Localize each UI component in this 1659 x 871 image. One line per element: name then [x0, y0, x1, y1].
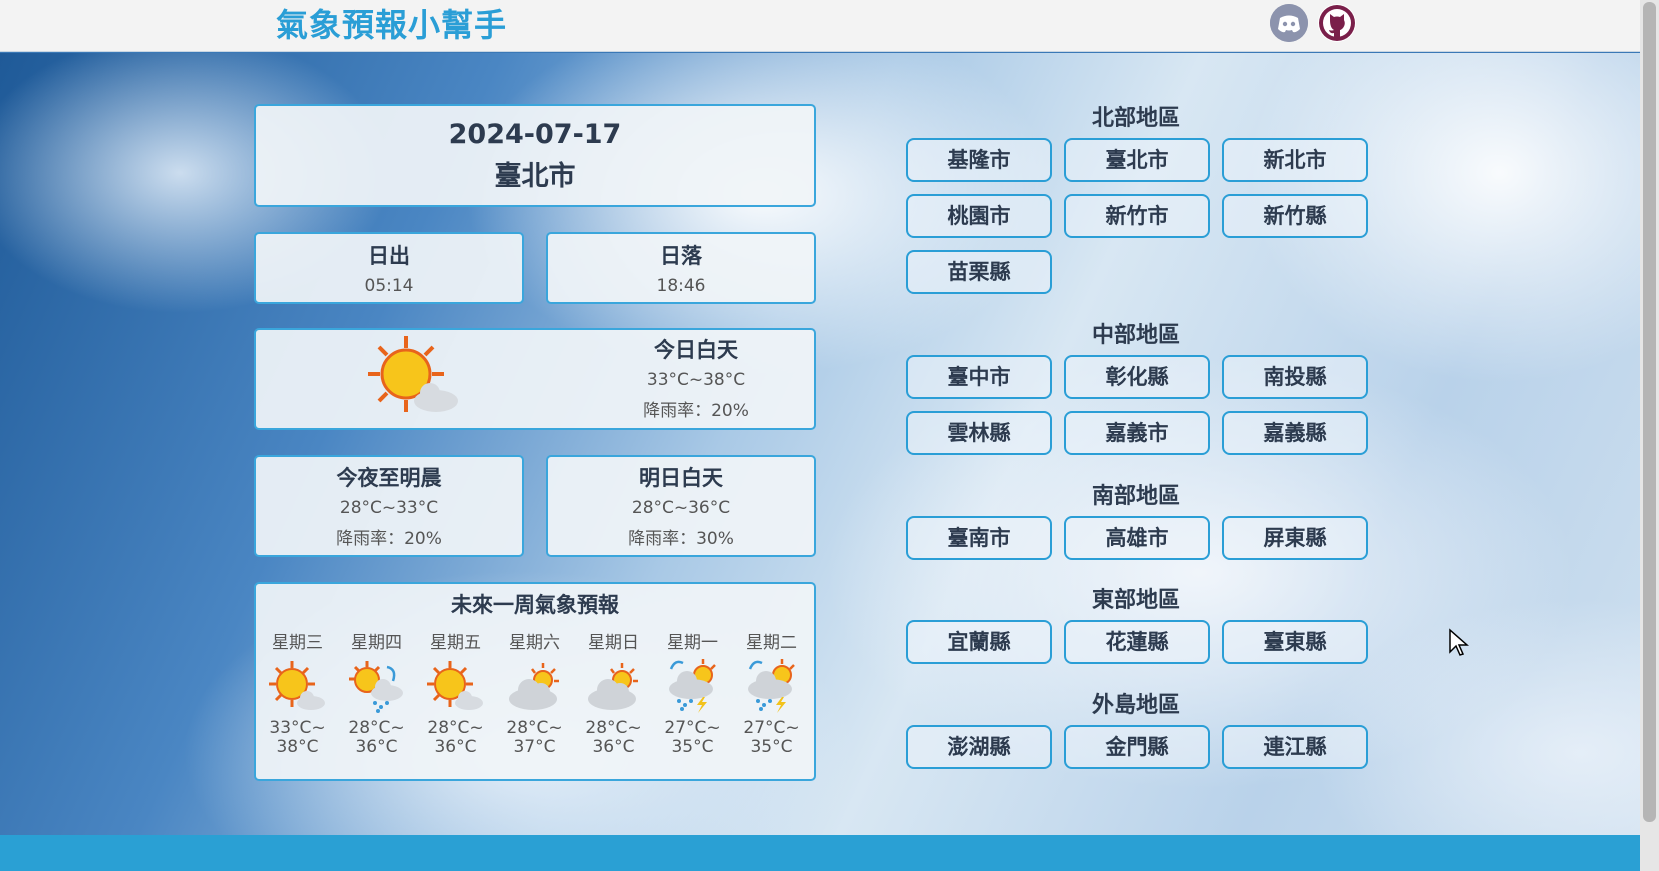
current-date: 2024-07-17	[448, 119, 622, 150]
day-name: 星期五	[430, 633, 481, 653]
city-button[interactable]: 南投縣	[1222, 355, 1368, 399]
city-button[interactable]: 金門縣	[1064, 725, 1210, 769]
day-forecast: 星期二 27°C~ 35°C	[732, 628, 811, 757]
day-forecast: 星期四 28°C~ 36°C	[337, 628, 416, 757]
discord-icon[interactable]	[1270, 4, 1308, 42]
github-icon[interactable]	[1318, 4, 1356, 42]
scrollbar-thumb[interactable]	[1643, 2, 1656, 822]
sunny-icon	[366, 334, 466, 418]
tomorrow-temp: 28°C~36°C	[631, 498, 731, 518]
day-name: 星期三	[272, 633, 323, 653]
today-text: 今日白天 33°C~38°C 降雨率：20%	[596, 334, 796, 421]
tonight-card: 今夜至明晨 28°C~33°C 降雨率：20%	[254, 455, 524, 557]
date-city-card: 2024-07-17 臺北市	[254, 104, 816, 207]
region-title-islands: 外島地區	[1091, 693, 1180, 718]
thunder-rain-icon	[732, 653, 811, 719]
city-button[interactable]: 新北市	[1222, 138, 1368, 182]
day-name: 星期二	[746, 633, 797, 653]
city-button[interactable]: 臺北市	[1064, 138, 1210, 182]
day-name: 星期一	[667, 633, 718, 653]
footer-bar	[0, 835, 1640, 871]
today-temp: 33°C~38°C	[646, 370, 746, 390]
day-temp-low: 28°C~	[427, 718, 484, 738]
tonight-rain: 降雨率：20%	[336, 529, 442, 549]
day-temp-high: 35°C	[671, 737, 714, 757]
region-title-central: 中部地區	[1091, 323, 1180, 348]
today-label: 今日白天	[654, 338, 738, 362]
city-button[interactable]: 高雄市	[1064, 516, 1210, 560]
city-button[interactable]: 新竹縣	[1222, 194, 1368, 238]
sunset-label: 日落	[660, 244, 702, 268]
day-forecast: 星期三 33°C~ 38°C	[258, 628, 337, 757]
day-forecast: 星期一 27°C~ 35°C	[653, 628, 732, 757]
city-button[interactable]: 連江縣	[1222, 725, 1368, 769]
tomorrow-rain: 降雨率：30%	[628, 529, 734, 549]
day-temp-low: 33°C~	[269, 718, 326, 738]
day-name: 星期四	[351, 633, 402, 653]
city-button[interactable]: 苗栗縣	[906, 250, 1052, 294]
day-temp-high: 35°C	[750, 737, 793, 757]
day-temp-high: 36°C	[434, 737, 477, 757]
day-temp-low: 28°C~	[348, 718, 405, 738]
current-city: 臺北市	[494, 161, 576, 192]
mouse-cursor-icon	[1448, 628, 1470, 662]
city-button[interactable]: 桃園市	[906, 194, 1052, 238]
city-button[interactable]: 臺中市	[906, 355, 1052, 399]
tonight-label: 今夜至明晨	[336, 466, 442, 490]
city-button[interactable]: 澎湖縣	[906, 725, 1052, 769]
sunset-time: 18:46	[656, 276, 706, 296]
city-button[interactable]: 彰化縣	[1064, 355, 1210, 399]
day-temp-high: 36°C	[355, 737, 398, 757]
sunrise-time: 05:14	[364, 276, 414, 296]
day-temp-low: 27°C~	[743, 718, 800, 738]
day-name: 星期日	[588, 633, 639, 653]
city-button[interactable]: 宜蘭縣	[906, 620, 1052, 664]
sunny-icon	[416, 653, 495, 719]
sunrise-label: 日出	[368, 244, 410, 268]
day-temp-low: 28°C~	[585, 718, 642, 738]
city-button[interactable]: 臺南市	[906, 516, 1052, 560]
day-forecast: 星期六 28°C~ 37°C	[495, 628, 574, 757]
sunny-icon	[258, 653, 337, 719]
city-button[interactable]: 花蓮縣	[1064, 620, 1210, 664]
city-button[interactable]: 基隆市	[906, 138, 1052, 182]
region-title-south: 南部地區	[1091, 484, 1180, 509]
sunrise-card: 日出 05:14	[254, 232, 524, 304]
day-forecast: 星期日 28°C~ 36°C	[574, 628, 653, 757]
day-name: 星期六	[509, 633, 560, 653]
city-button[interactable]: 臺東縣	[1222, 620, 1368, 664]
day-temp-low: 28°C~	[506, 718, 563, 738]
day-temp-high: 36°C	[592, 737, 635, 757]
day-forecast: 星期五 28°C~ 36°C	[416, 628, 495, 757]
sun-rain-icon	[337, 653, 416, 719]
sunset-card: 日落 18:46	[546, 232, 816, 304]
week-forecast-card: 未來一周氣象預報 星期三 33°C~ 38°C 星期四 28°C~ 36°C 星…	[254, 582, 816, 781]
today-rain: 降雨率：20%	[643, 401, 749, 421]
page-scrollbar[interactable]	[1640, 0, 1659, 871]
city-button[interactable]: 雲林縣	[906, 411, 1052, 455]
week-grid: 星期三 33°C~ 38°C 星期四 28°C~ 36°C 星期五 28°C~ …	[258, 628, 812, 757]
region-title-east: 東部地區	[1091, 588, 1180, 613]
sky-background	[0, 53, 1640, 835]
thunder-rain-icon	[653, 653, 732, 719]
brand-title[interactable]: 氣象預報小幫手	[276, 0, 507, 46]
week-title: 未來一周氣象預報	[451, 593, 619, 617]
city-button[interactable]: 新竹市	[1064, 194, 1210, 238]
tomorrow-label: 明日白天	[639, 466, 723, 490]
cloudy-sun-icon	[495, 653, 574, 719]
today-card: 今日白天 33°C~38°C 降雨率：20%	[254, 328, 816, 430]
city-button[interactable]: 嘉義市	[1064, 411, 1210, 455]
top-nav: 氣象預報小幫手	[0, 0, 1640, 52]
day-temp-high: 37°C	[513, 737, 556, 757]
region-title-north: 北部地區	[1091, 106, 1180, 131]
city-button[interactable]: 屏東縣	[1222, 516, 1368, 560]
day-temp-high: 38°C	[276, 737, 319, 757]
tonight-temp: 28°C~33°C	[339, 498, 439, 518]
city-button[interactable]: 嘉義縣	[1222, 411, 1368, 455]
tomorrow-card: 明日白天 28°C~36°C 降雨率：30%	[546, 455, 816, 557]
cloudy-sun-icon	[574, 653, 653, 719]
day-temp-low: 27°C~	[664, 718, 721, 738]
